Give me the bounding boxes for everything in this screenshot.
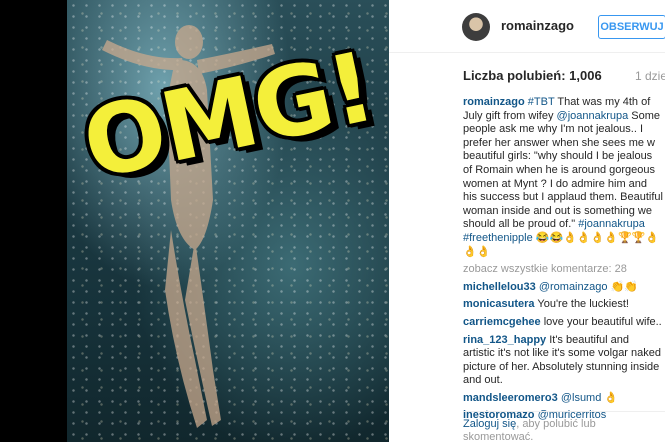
left-background bbox=[0, 0, 67, 442]
author-username[interactable]: romainzago bbox=[501, 18, 574, 33]
post-photo[interactable]: OMG! bbox=[67, 0, 389, 442]
comment-text: 👌 bbox=[601, 391, 619, 404]
comment-mention[interactable]: @romainzago bbox=[539, 281, 608, 293]
hashtag-joannakrupa[interactable]: #joannakrupa bbox=[578, 218, 645, 230]
view-all-comments-link[interactable]: zobacz wszystkie komentarze: 28 bbox=[463, 263, 663, 277]
comment-item: carriemcgehee love your beautiful wife.. bbox=[463, 316, 663, 330]
post-side-panel: romainzago OBSERWUJ Liczba polubień: 1,0… bbox=[389, 0, 665, 443]
caption-mention[interactable]: @joannakrupa bbox=[557, 110, 629, 122]
comment-username[interactable]: michellelou33 bbox=[463, 281, 536, 293]
comment-item: mandsleeromero3 @lsumd 👌 bbox=[463, 392, 663, 406]
post-caption: romainzago #TBT That was my 4th of July … bbox=[463, 96, 663, 259]
comment-text: 👏👏 bbox=[607, 280, 638, 293]
hashtag-freethenipple[interactable]: #freethenipple bbox=[463, 232, 533, 244]
comment-text: You're the luckiest! bbox=[534, 298, 629, 311]
comment-username[interactable]: monicasutera bbox=[463, 298, 535, 310]
comments-section: romainzago #TBT That was my 4th of July … bbox=[463, 96, 663, 427]
post-timestamp[interactable]: 1 dzień bbox=[635, 69, 665, 83]
likes-count[interactable]: Liczba polubień: 1,006 bbox=[463, 68, 602, 83]
caption-username[interactable]: romainzago bbox=[463, 96, 525, 108]
comment-mention[interactable]: @lsumd bbox=[561, 392, 602, 404]
post-header: romainzago OBSERWUJ bbox=[389, 0, 665, 53]
caption-text-2: Some people ask me why I'm not jealous..… bbox=[463, 109, 663, 231]
comment-item: rina_123_happy It's beautiful and artist… bbox=[463, 334, 663, 388]
comment-username[interactable]: carriemcgehee bbox=[463, 316, 541, 328]
comment-item: michellelou33 @romainzago 👏👏 bbox=[463, 281, 663, 295]
comment-text: love your beautiful wife.. bbox=[540, 315, 662, 328]
avatar[interactable] bbox=[462, 13, 490, 41]
comment-item: monicasutera You're the luckiest! bbox=[463, 298, 663, 312]
login-prompt: Zaloguj się, aby polubić lub skomentować… bbox=[463, 411, 665, 443]
comment-username[interactable]: rina_123_happy bbox=[463, 334, 546, 346]
follow-button[interactable]: OBSERWUJ bbox=[598, 15, 665, 39]
comment-username[interactable]: mandsleeromero3 bbox=[463, 392, 558, 404]
login-link[interactable]: Zaloguj się bbox=[463, 418, 516, 430]
hashtag-tbt[interactable]: #TBT bbox=[528, 96, 555, 108]
